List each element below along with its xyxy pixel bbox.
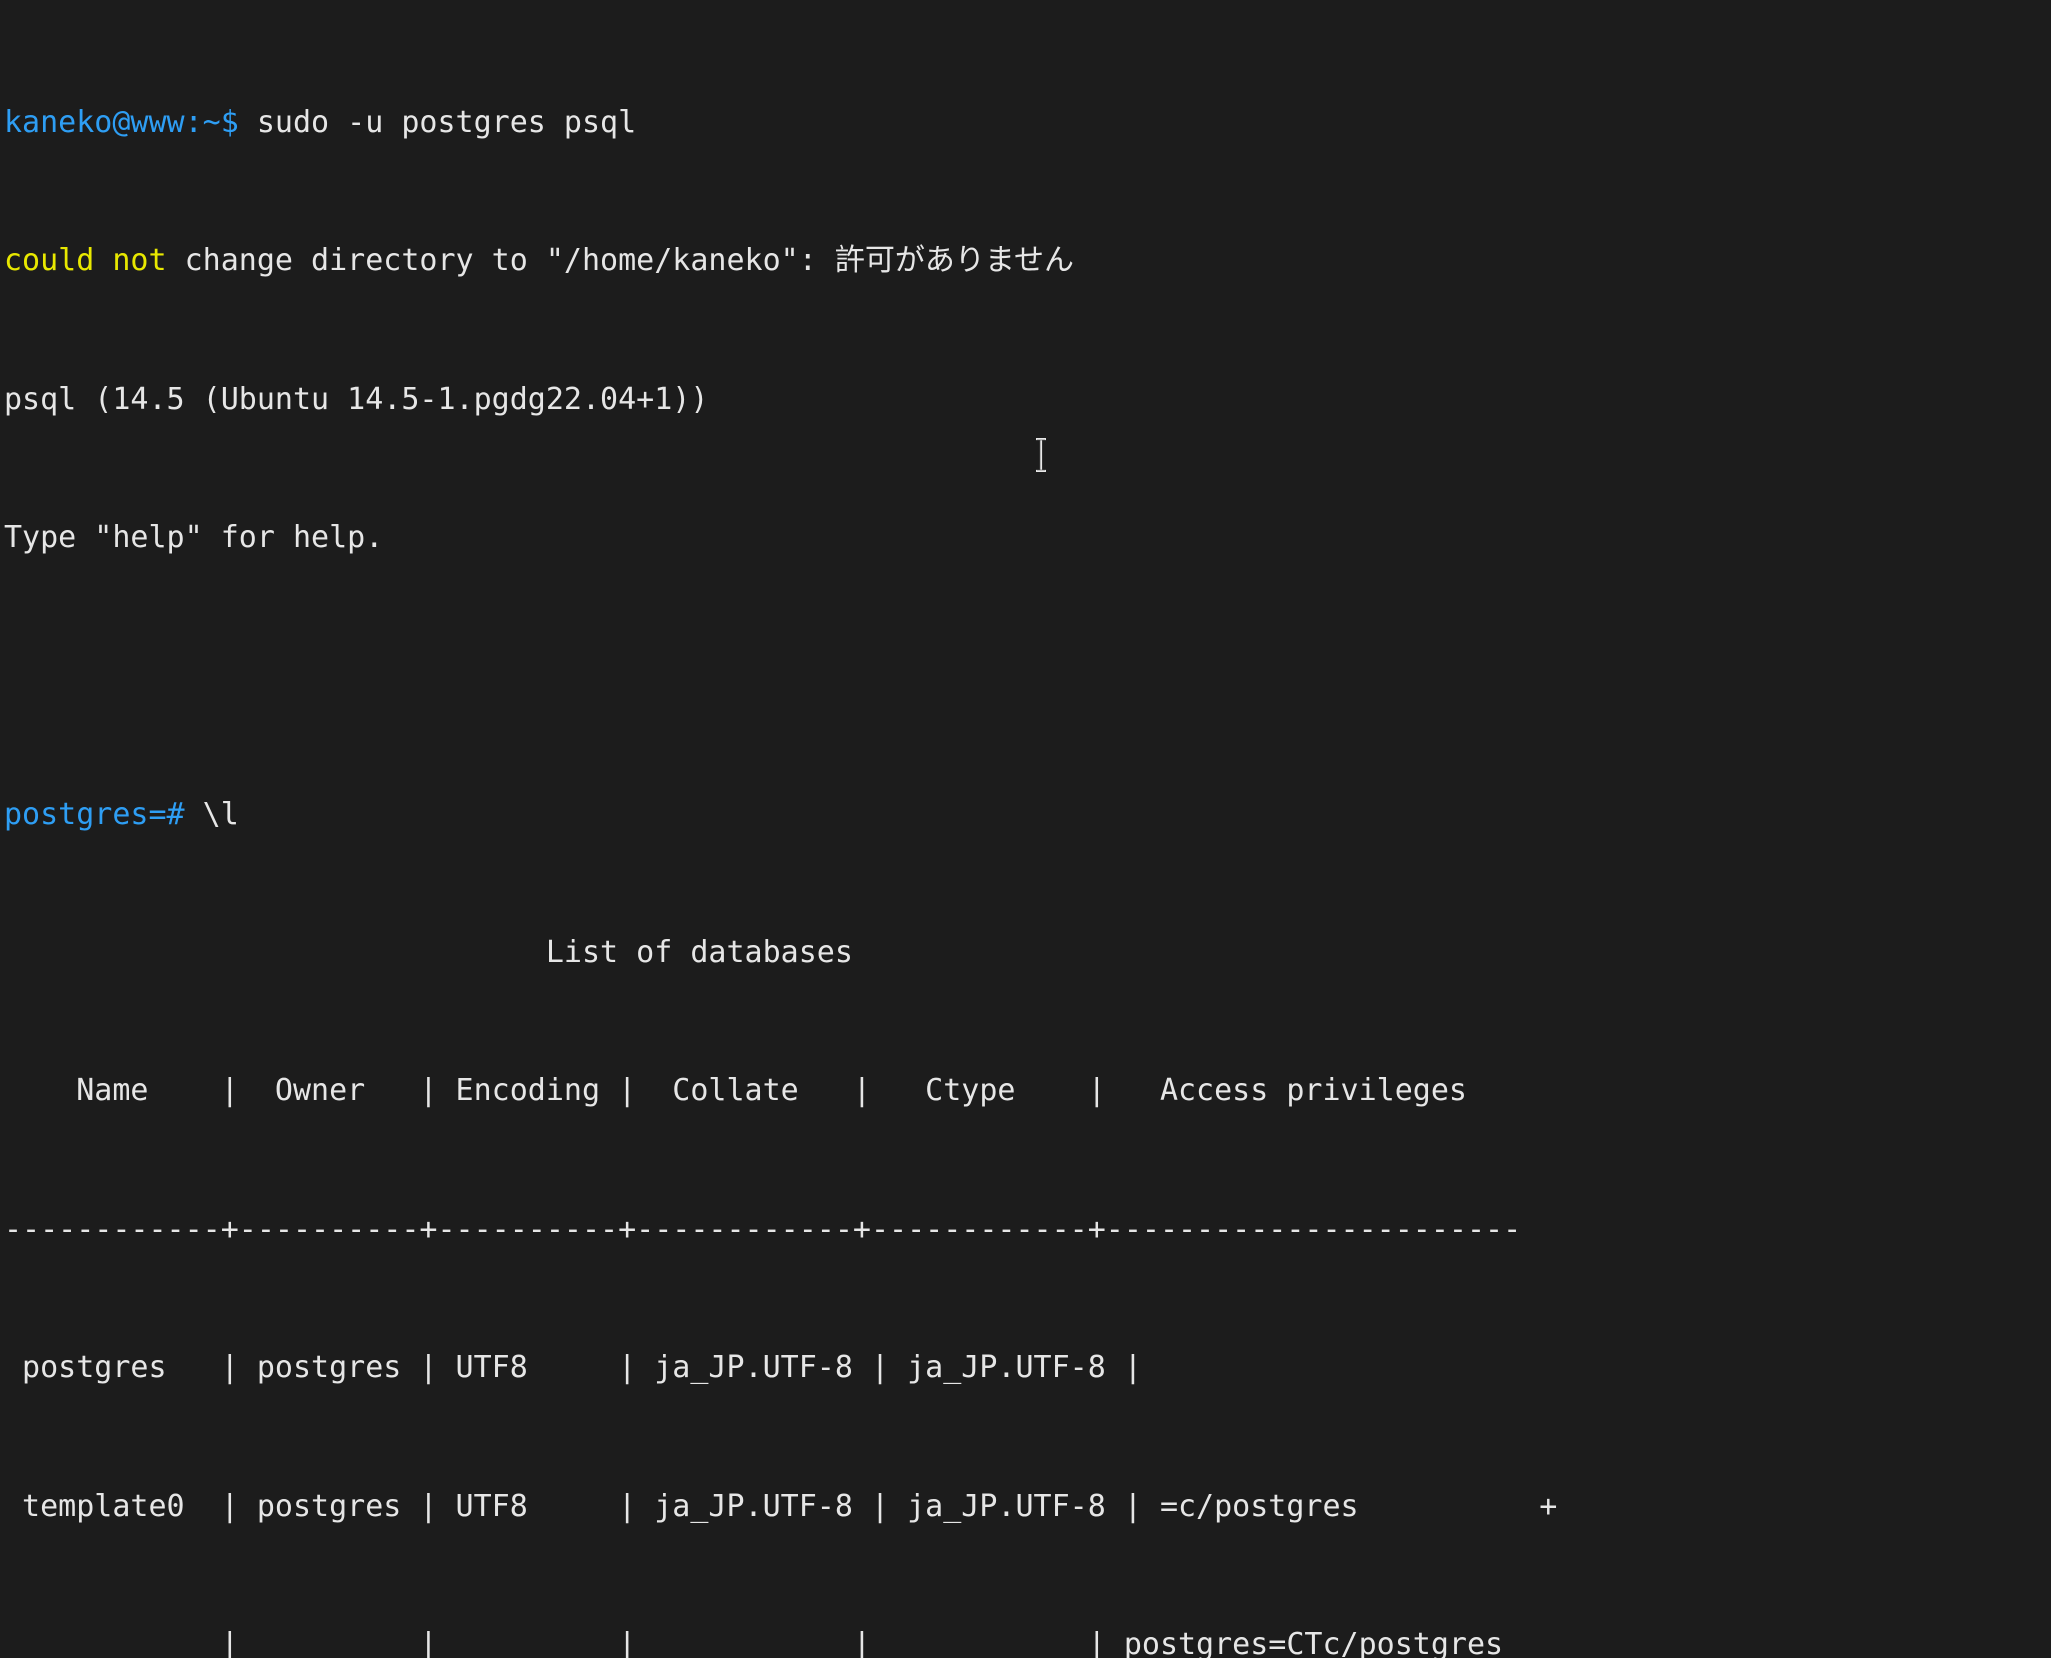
table-row: template0 | postgres | UTF8 | ja_JP.UTF-… [4,1488,1558,1524]
table-header-row: Name | Owner | Encoding | Collate | Ctyp… [4,1073,1522,1109]
table-rule: ------------+----------+----------+-----… [4,1211,1522,1247]
table-row-continuation: | | | | | postgres=CTc/postgres [4,1626,1504,1658]
command-text-sudo-psql: sudo -u postgres psql [238,104,637,140]
table-row: postgres | postgres | UTF8 | ja_JP.UTF-8… [4,1350,1142,1386]
psql-prompt: postgres=# [4,796,185,832]
error-keyword: could not [4,243,167,279]
error-message-rest: change directory to "/home/kaneko": 許可があ… [166,243,1074,279]
terminal-line-blank-1 [4,659,2051,694]
shell-prompt: kaneko@www:~$ [4,104,239,140]
command-text-backslash-l: \l [184,796,239,832]
terminal-line-permission-error: could not change directory to "/home/kan… [4,243,2051,279]
terminal-screen[interactable]: kaneko@www:~$ sudo -u postgres psql coul… [4,2,2051,1658]
table-title: List of databases [4,935,853,971]
terminal-line-psql-version: psql (14.5 (Ubuntu 14.5-1.pgdg22.04+1)) [4,381,709,417]
terminal-line-command-sudo: kaneko@www:~$ sudo -u postgres psql [4,104,2051,141]
terminal-line-command-list: postgres=# \l [4,796,2051,833]
terminal-window[interactable]: kaneko@www:~$ sudo -u postgres psql coul… [0,0,2051,1658]
terminal-line-help-hint: Type "help" for help. [4,519,384,555]
